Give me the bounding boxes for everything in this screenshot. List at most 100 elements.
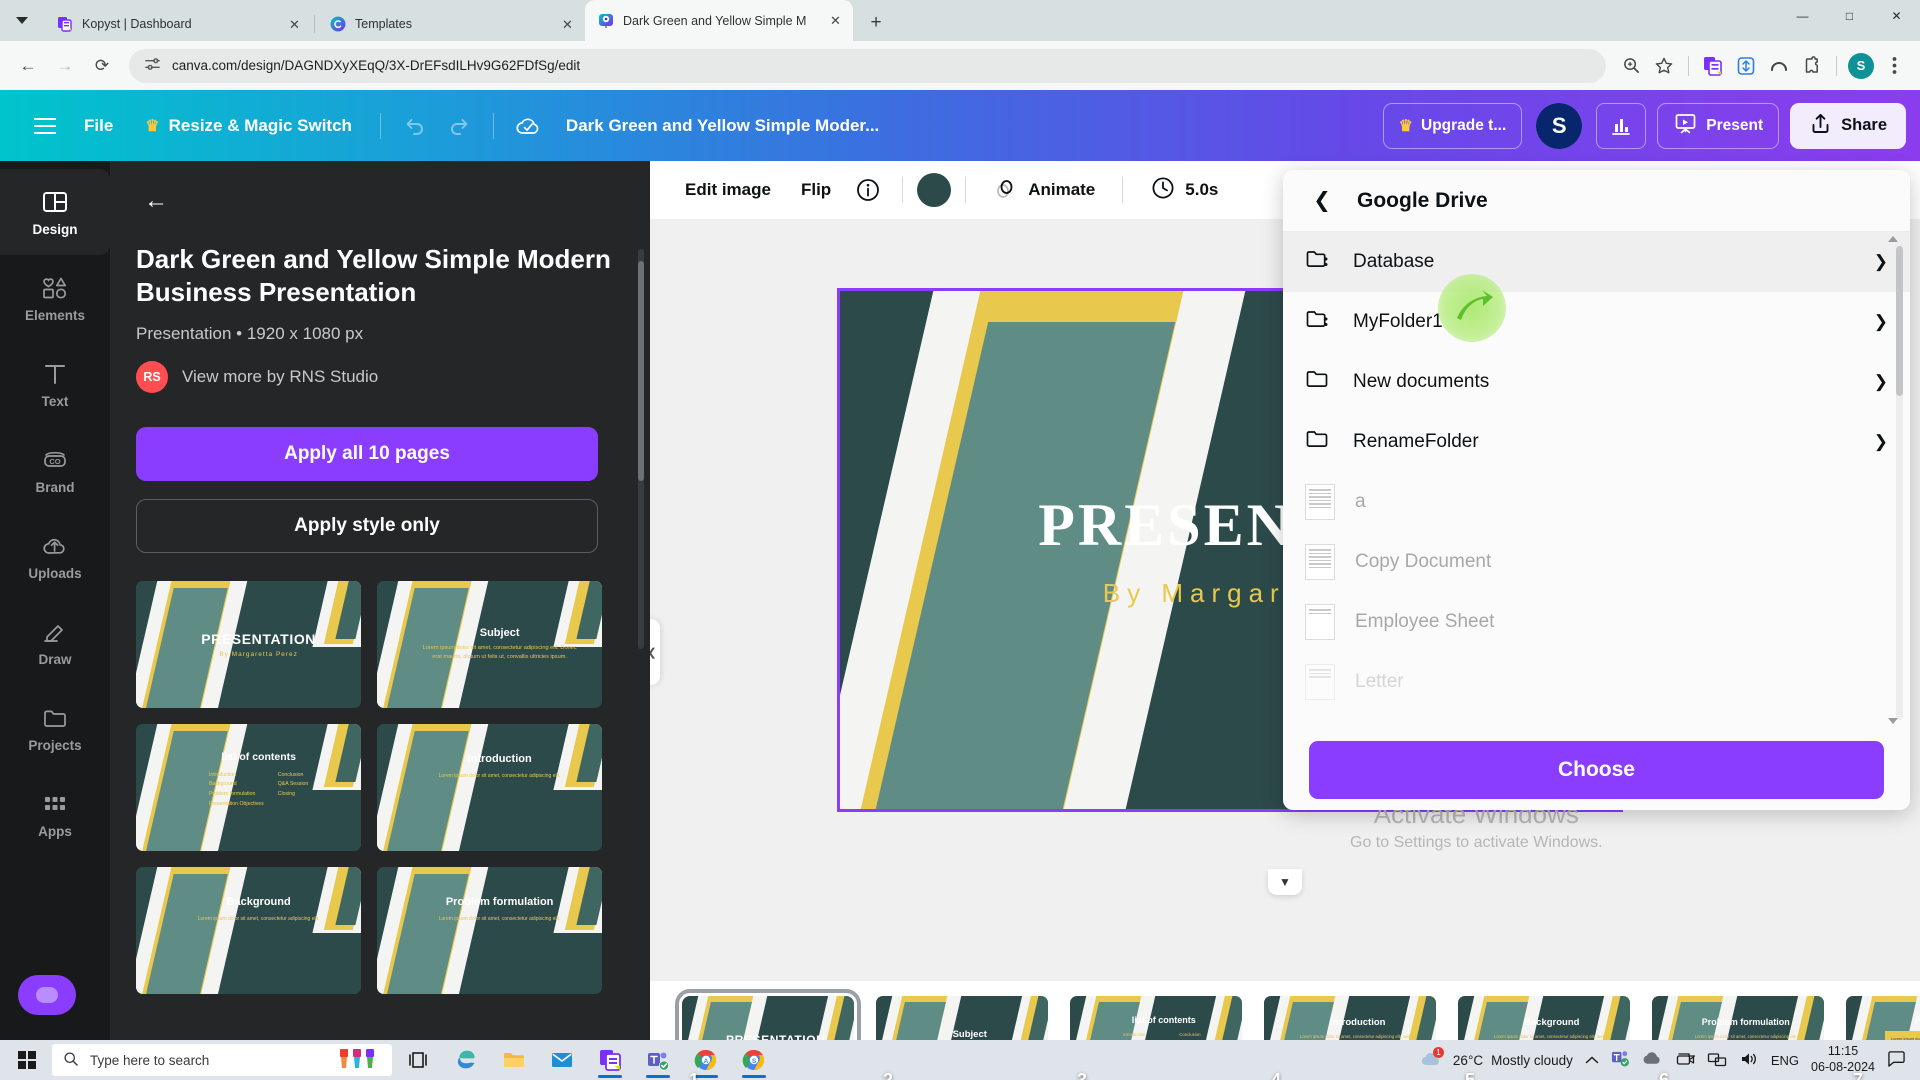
template-thumbnail[interactable]: Introduction Lorem ipsum dolor sit amet,… (377, 723, 602, 851)
puzzle-extensions-icon[interactable] (1797, 51, 1827, 81)
chevron-right-icon[interactable]: ❯ (1874, 432, 1888, 452)
drive-item-new-documents[interactable]: New documents ❯ (1283, 352, 1910, 412)
task-view-icon[interactable] (396, 1040, 440, 1080)
cloud-saved-icon[interactable] (506, 104, 550, 148)
share-button[interactable]: Share (1790, 102, 1906, 149)
avatar[interactable]: S (1536, 102, 1583, 149)
drive-item-database[interactable]: Database ❯ (1283, 232, 1910, 342)
undo-icon[interactable] (393, 104, 437, 148)
scroll-up-arrow-icon[interactable] (1888, 236, 1898, 242)
sidebar-item-apps[interactable]: Apps (0, 771, 110, 857)
volume-icon[interactable] (1739, 1051, 1759, 1070)
close-window-button[interactable]: ✕ (1873, 0, 1920, 32)
clock[interactable]: 11:15 06-08-2024 (1811, 1044, 1875, 1075)
reload-icon[interactable]: ⟳ (85, 49, 119, 83)
template-thumbnail[interactable]: Problem formulation Lorem ipsum dolor si… (377, 866, 602, 994)
bookmark-star-icon[interactable] (1649, 51, 1679, 81)
language-indicator[interactable]: ENG (1771, 1053, 1799, 1068)
chevron-right-icon[interactable]: ❯ (1874, 312, 1888, 332)
zoom-icon[interactable] (1616, 51, 1646, 81)
maximize-button[interactable]: □ (1826, 0, 1873, 32)
weather-widget[interactable]: 1 26°C Mostly cloudy (1419, 1046, 1573, 1072)
author-link[interactable]: RS View more by RNS Studio (136, 360, 624, 393)
file-explorer-icon[interactable] (492, 1040, 536, 1080)
new-tab-button[interactable]: + (861, 7, 891, 37)
browser-tab-1[interactable]: Kopyst | Dashboard ✕ (44, 7, 312, 41)
arc-extension-icon[interactable] (1764, 51, 1794, 81)
drive-item-copy-document[interactable]: Copy Document (1283, 532, 1910, 592)
duration-button[interactable]: 5.0s (1137, 166, 1231, 215)
flip-button[interactable]: Flip (788, 171, 844, 209)
apply-all-pages-button[interactable]: Apply all 10 pages (136, 426, 598, 481)
close-icon[interactable]: ✕ (826, 11, 845, 30)
color-swatch-button[interactable] (917, 173, 952, 207)
sidebar-item-draw[interactable]: Draw (0, 599, 110, 685)
close-icon[interactable]: ✕ (558, 15, 577, 34)
tab-search-button[interactable] (0, 0, 44, 41)
apply-style-only-button[interactable]: Apply style only (136, 498, 598, 553)
notification-center-icon[interactable] (1887, 1050, 1906, 1070)
sidebar-item-uploads[interactable]: Uploads (0, 513, 110, 599)
insights-bar-chart-icon[interactable] (1596, 102, 1647, 149)
network-icon[interactable] (1707, 1051, 1727, 1070)
extension-blue-icon[interactable] (1731, 51, 1761, 81)
profile-avatar[interactable]: S (1846, 51, 1876, 81)
drive-item-a[interactable]: a (1283, 472, 1910, 532)
redo-icon[interactable] (437, 104, 481, 148)
resize-magic-switch-button[interactable]: ♛ Resize & Magic Switch (129, 107, 368, 145)
close-icon[interactable]: ✕ (285, 15, 304, 34)
present-button[interactable]: Present (1657, 102, 1780, 149)
drive-scrollbar[interactable] (1888, 236, 1903, 724)
file-menu-button[interactable]: File (68, 107, 129, 145)
teams-tray-icon[interactable] (1611, 1049, 1630, 1071)
collapse-panel-icon[interactable]: ❮ (650, 619, 660, 685)
drive-item-employee-sheet[interactable]: Employee Sheet (1283, 592, 1910, 652)
back-icon[interactable]: ← (11, 49, 45, 83)
scroll-down-button[interactable]: ▼ (1268, 869, 1302, 895)
document-title[interactable]: Dark Green and Yellow Simple Moder... (566, 116, 879, 136)
teams-icon[interactable] (636, 1040, 680, 1080)
mail-icon[interactable] (540, 1040, 584, 1080)
template-thumbnail[interactable]: list of contents Introduction Background… (136, 723, 361, 851)
sidebar-item-projects[interactable]: Projects (0, 685, 110, 771)
camera-tray-icon[interactable] (1675, 1051, 1696, 1070)
chevron-right-icon[interactable]: ❯ (1874, 372, 1888, 392)
scroll-down-arrow-icon[interactable] (1888, 718, 1898, 724)
forward-icon[interactable]: → (48, 49, 82, 83)
hamburger-menu-icon[interactable] (22, 103, 68, 149)
template-thumbnail[interactable]: Background Lorem ipsum dolor sit amet, c… (136, 866, 361, 994)
kopyst-icon[interactable] (588, 1040, 632, 1080)
search-input[interactable]: Type here to search (52, 1044, 392, 1076)
drive-file-list[interactable]: Database ❯ MyFolder1 ❯ New documents ❯ R… (1283, 232, 1910, 730)
panel-scrollbar[interactable] (638, 249, 644, 649)
choose-button[interactable]: Choose (1309, 741, 1884, 799)
upgrade-button[interactable]: ♛ Upgrade t... (1382, 102, 1523, 149)
address-bar[interactable]: canva.com/design/DAGNDXyXEqQ/3X-DrEFsdIL… (129, 48, 1606, 83)
sidebar-item-text[interactable]: Text (0, 341, 110, 427)
scrollbar-thumb[interactable] (638, 261, 644, 481)
sidebar-item-design[interactable]: Design (0, 169, 110, 255)
sidebar-item-brand[interactable]: CO Brand (0, 427, 110, 513)
drive-item-letter[interactable]: Letter (1283, 652, 1910, 712)
three-dot-menu-icon[interactable] (1879, 51, 1909, 81)
site-settings-icon[interactable] (144, 56, 161, 76)
browser-tab-3[interactable]: Dark Green and Yellow Simple M ✕ (585, 0, 853, 41)
animate-button[interactable]: Animate (980, 166, 1108, 215)
chrome-s-icon[interactable]: S (732, 1040, 776, 1080)
drive-item-myfolder1[interactable]: MyFolder1 ❯ (1283, 292, 1910, 352)
windows-start-icon[interactable] (6, 1040, 48, 1080)
back-arrow-icon[interactable]: ← (136, 181, 176, 221)
show-hidden-icons-chevron[interactable] (1585, 1053, 1599, 1068)
sidebar-item-elements[interactable]: Elements (0, 255, 110, 341)
browser-tab-2[interactable]: Templates ✕ (317, 7, 585, 41)
onedrive-cloud-icon[interactable] (1642, 1051, 1663, 1069)
template-thumbnail[interactable]: Subject Lorem ipsum dolor sit amet, cons… (377, 580, 602, 708)
edge-icon[interactable] (444, 1040, 488, 1080)
edit-image-button[interactable]: Edit image (672, 171, 784, 209)
template-thumbnail[interactable]: PRESENTATION By Margaretta Perez (136, 580, 361, 708)
drive-item-renamefolder[interactable]: RenameFolder ❯ (1283, 412, 1910, 472)
kopyst-extension-icon[interactable] (1698, 51, 1728, 81)
info-circle-icon[interactable] (848, 170, 888, 210)
chevron-left-icon[interactable]: ❮ (1305, 184, 1339, 218)
minimize-button[interactable]: — (1779, 0, 1826, 32)
